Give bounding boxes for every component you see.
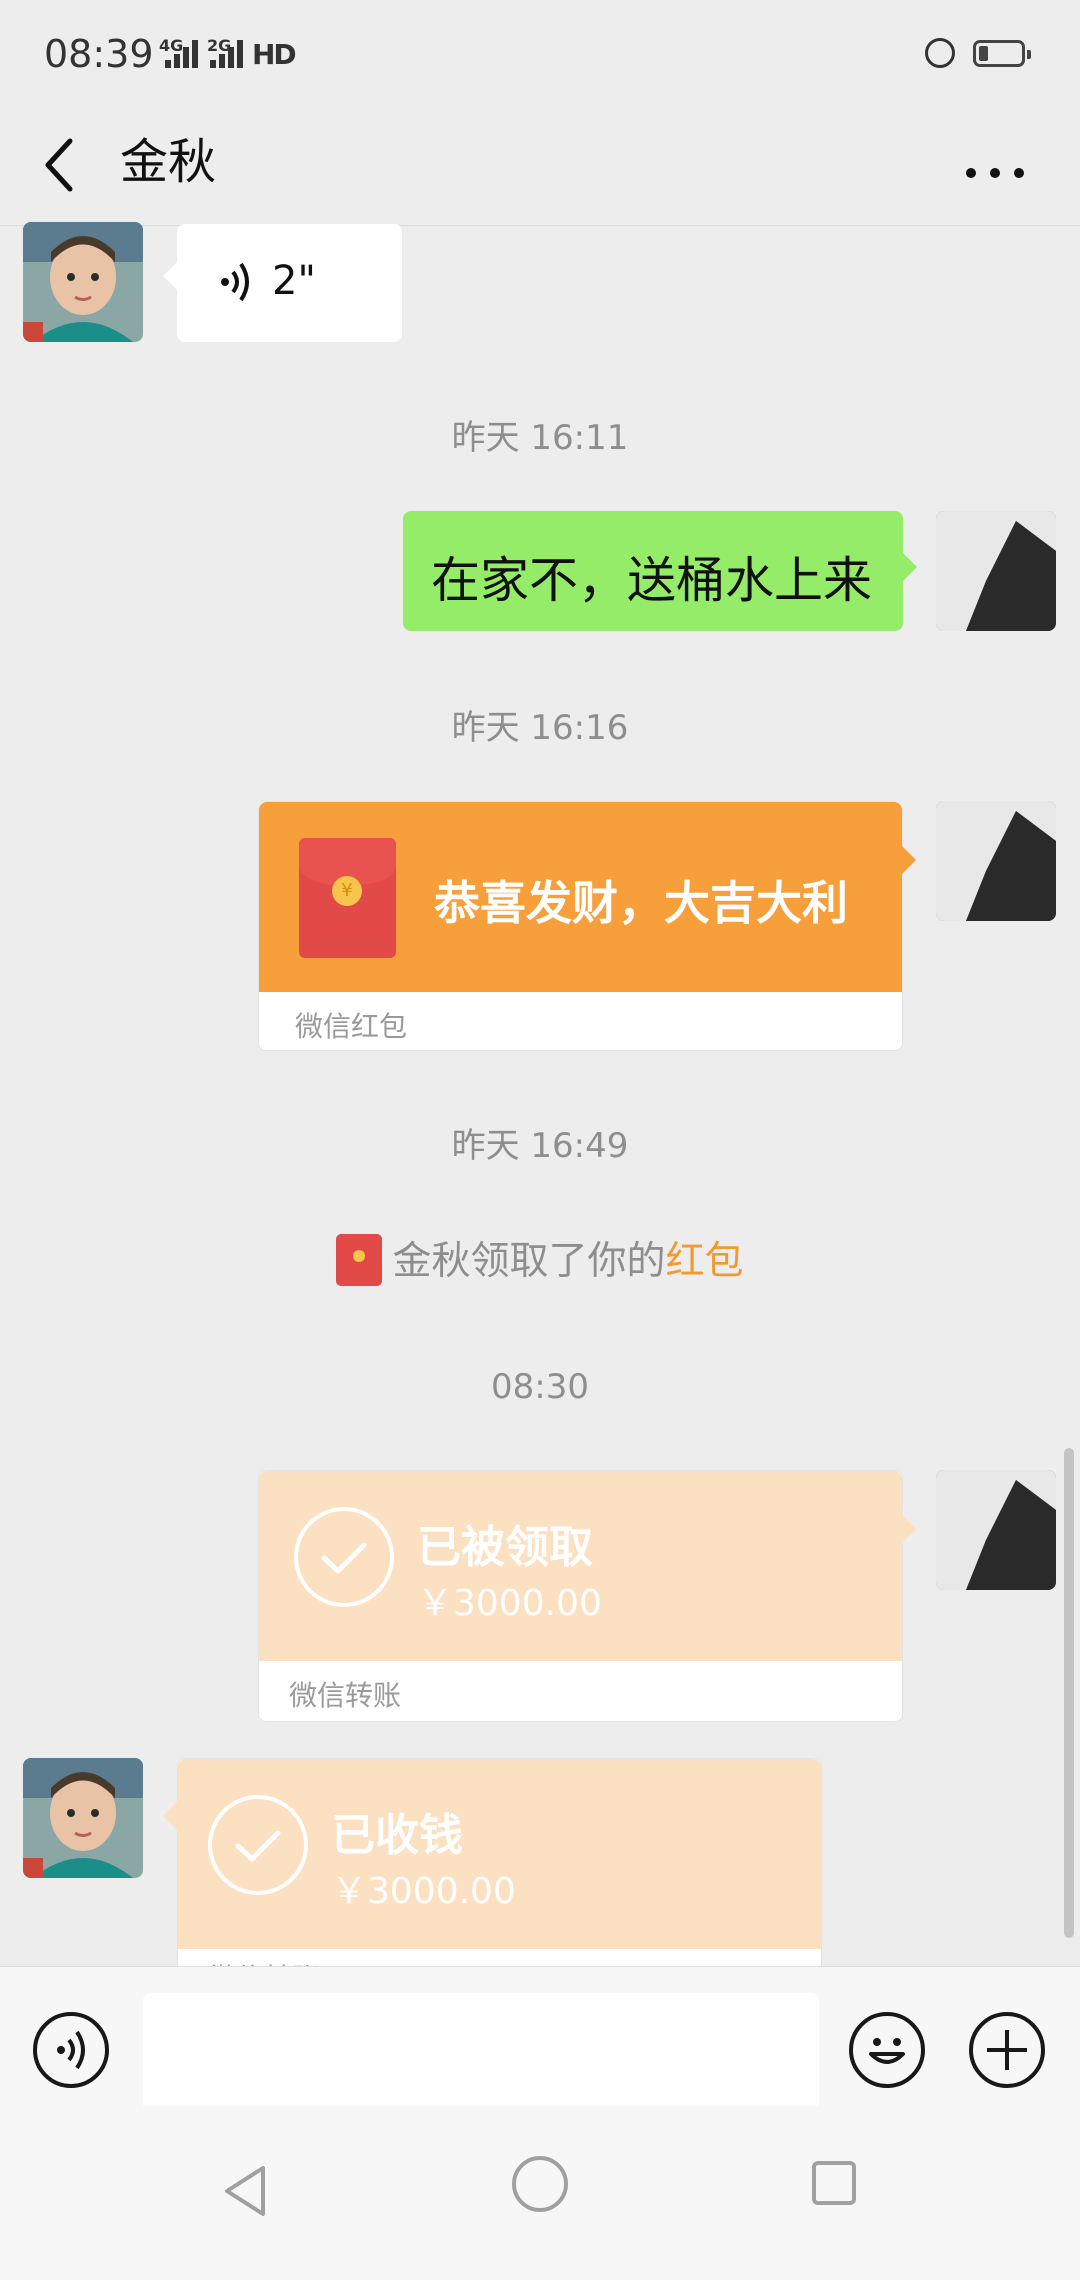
voice-duration: 2" (272, 258, 316, 304)
timestamp: 昨天 16:11 (451, 418, 629, 458)
message-text: 在家不，送桶水上来 (431, 552, 873, 609)
voice-wave-icon (219, 254, 259, 310)
notice-text: 金秋领取了你的 (392, 1239, 666, 1284)
chat-title: 金秋 (120, 134, 217, 190)
nav-recent-icon[interactable] (812, 2161, 856, 2205)
system-nav-bar (0, 2106, 1080, 2280)
bubble-tail (163, 1802, 177, 1830)
check-circle-icon (208, 1795, 308, 1895)
my-avatar[interactable] (936, 511, 1056, 631)
my-avatar[interactable] (936, 1470, 1056, 1590)
transfer-status: 已被领取 (417, 1522, 593, 1573)
contact-avatar[interactable] (23, 1758, 143, 1878)
red-packet-mini-icon (336, 1234, 383, 1286)
contact-avatar[interactable] (23, 222, 143, 342)
transfer-label: 微信转账 (208, 1957, 320, 1966)
emoji-button[interactable] (849, 2012, 925, 2088)
transfer-card[interactable]: 已收钱 ￥3000.00 微信转账 (177, 1758, 822, 1966)
check-circle-icon (294, 1507, 394, 1607)
timestamp: 昨天 16:16 (451, 708, 629, 748)
red-packet-label: 微信红包 (295, 1010, 408, 1043)
rotation-lock-icon (925, 38, 955, 68)
back-icon[interactable] (36, 125, 96, 205)
timestamp: 昨天 16:49 (451, 1126, 629, 1166)
message-input[interactable] (143, 1993, 819, 2111)
scrollbar-thumb[interactable] (1064, 1448, 1074, 1938)
hd-label: HD (252, 38, 297, 71)
signal-bars-icon (165, 38, 205, 68)
nav-back-icon[interactable] (215, 2156, 275, 2226)
transfer-amount: ￥3000.00 (417, 1583, 602, 1624)
transfer-card[interactable]: 已被领取 ￥3000.00 微信转账 (258, 1470, 916, 1722)
input-bar (0, 1966, 1080, 2111)
transfer-label: 微信转账 (289, 1679, 402, 1712)
text-message-bubble[interactable]: 在家不，送桶水上来 (403, 511, 917, 631)
voice-mode-button[interactable] (33, 2012, 109, 2088)
red-packet-card[interactable]: ¥ 恭喜发财，大吉大利 微信红包 (258, 801, 916, 1051)
battery-icon (973, 40, 1031, 67)
nav-home-icon[interactable] (512, 2156, 568, 2212)
plus-button[interactable] (969, 2012, 1045, 2088)
red-packet-title: 恭喜发财，大吉大利 (434, 876, 848, 930)
voice-message-bubble[interactable]: 2" (163, 224, 402, 342)
status-bar: 08:39 4G 2G HD (0, 0, 1080, 105)
transfer-amount: ￥3000.00 (331, 1871, 516, 1912)
status-time: 08:39 (44, 32, 154, 76)
chat-header: 金秋 (0, 105, 1080, 226)
transfer-status: 已收钱 (331, 1810, 463, 1861)
timestamp: 08:30 (491, 1367, 589, 1407)
notice-link[interactable]: 红包 (666, 1239, 744, 1284)
signal-bars-icon (210, 38, 250, 68)
more-icon[interactable] (960, 125, 1030, 205)
red-packet-icon: ¥ (299, 838, 396, 958)
red-packet-notice: 金秋领取了你的红包 (0, 1230, 1080, 1286)
my-avatar[interactable] (936, 801, 1056, 921)
